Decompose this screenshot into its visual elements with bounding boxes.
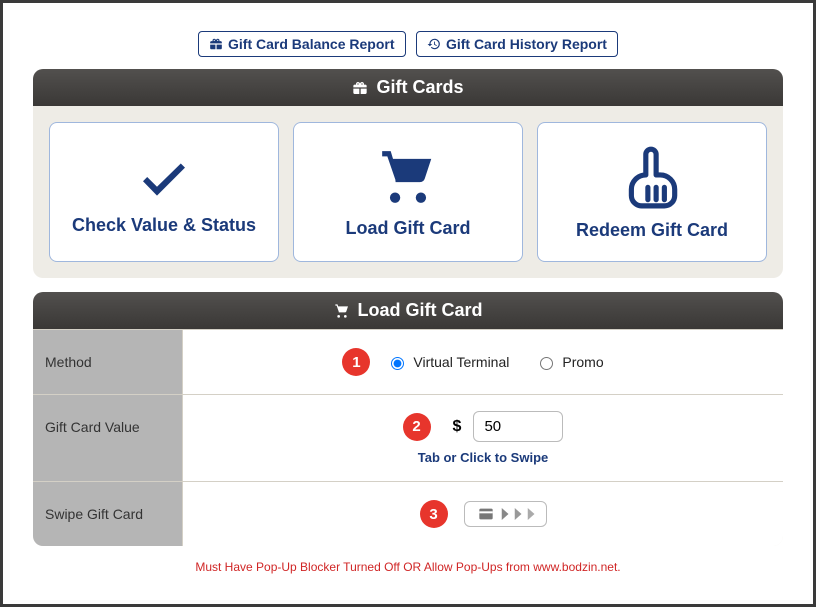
cart-icon [334, 303, 350, 319]
promo-radio[interactable] [540, 357, 553, 370]
swipe-hint: Tab or Click to Swipe [418, 450, 549, 465]
panel-title: Gift Cards [376, 77, 463, 98]
currency-symbol: $ [453, 418, 462, 436]
virtual-terminal-radio[interactable] [391, 357, 404, 370]
step-1-badge: 1 [342, 348, 370, 376]
link-label: Gift Card Balance Report [228, 36, 394, 52]
gift-icon [209, 37, 223, 51]
link-label: Gift Card History Report [446, 36, 607, 52]
value-row: Gift Card Value 2 $ Tab or Click to Swip… [33, 394, 783, 481]
check-value-status-card[interactable]: Check Value & Status [49, 122, 279, 262]
panel-title: Load Gift Card [358, 300, 483, 321]
promo-option[interactable]: Promo [535, 354, 603, 370]
panel-header: Load Gift Card [33, 292, 783, 329]
step-2-badge: 2 [403, 413, 431, 441]
gift-icon [352, 80, 368, 96]
pointer-hand-icon [619, 144, 685, 210]
popup-warning: Must Have Pop-Up Blocker Turned Off OR A… [33, 560, 783, 574]
load-gift-card-card[interactable]: Load Gift Card [293, 122, 523, 262]
check-icon [124, 149, 204, 205]
swipe-label: Swipe Gift Card [33, 482, 183, 546]
cards-row: Check Value & Status Load Gift Card Rede… [33, 106, 783, 278]
top-links: Gift Card Balance Report Gift Card Histo… [33, 31, 783, 57]
gift-card-value-input[interactable] [473, 411, 563, 442]
chevron-right-icon [514, 508, 523, 520]
card-label: Load Gift Card [346, 218, 471, 239]
history-icon [427, 37, 441, 51]
radio-label: Promo [562, 354, 603, 370]
swipe-content: 3 [183, 482, 783, 546]
method-row: Method 1 Virtual Terminal Promo [33, 329, 783, 394]
load-gift-card-panel: Load Gift Card Method 1 Virtual Terminal… [33, 292, 783, 546]
redeem-gift-card-card[interactable]: Redeem Gift Card [537, 122, 767, 262]
swipe-row: Swipe Gift Card 3 [33, 481, 783, 546]
value-label: Gift Card Value [33, 395, 183, 481]
chevron-right-icon [527, 508, 536, 520]
gift-card-balance-report-link[interactable]: Gift Card Balance Report [198, 31, 405, 57]
value-content: 2 $ Tab or Click to Swipe [183, 395, 783, 481]
radio-label: Virtual Terminal [413, 354, 509, 370]
virtual-terminal-option[interactable]: Virtual Terminal [386, 354, 509, 370]
gift-cards-panel: Gift Cards Check Value & Status Load Gif… [33, 69, 783, 278]
gift-card-history-report-link[interactable]: Gift Card History Report [416, 31, 618, 57]
step-3-badge: 3 [420, 500, 448, 528]
swipe-card-button[interactable] [464, 501, 547, 527]
card-label: Redeem Gift Card [576, 220, 728, 241]
cart-icon [371, 146, 445, 208]
chevron-right-icon [501, 508, 510, 520]
app-frame: Gift Card Balance Report Gift Card Histo… [0, 0, 816, 607]
card-label: Check Value & Status [72, 215, 256, 236]
method-content: 1 Virtual Terminal Promo [183, 330, 783, 394]
panel-header: Gift Cards [33, 69, 783, 106]
credit-card-icon [475, 506, 497, 522]
method-label: Method [33, 330, 183, 394]
